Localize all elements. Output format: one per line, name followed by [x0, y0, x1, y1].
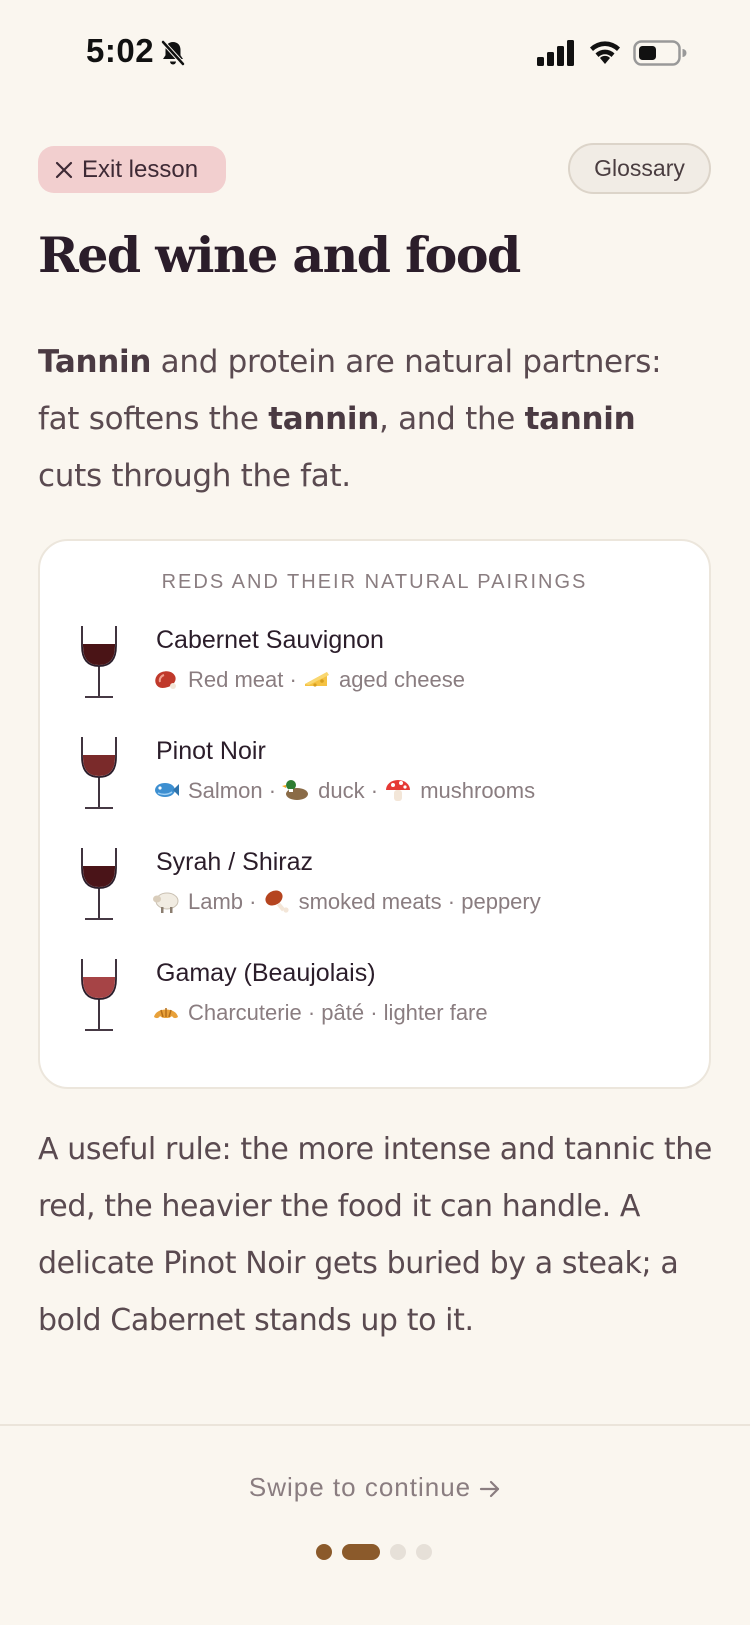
separator: ·	[283, 667, 303, 692]
meat-icon	[152, 667, 188, 692]
status-time: 5:02	[86, 32, 155, 69]
wine-row: Pinot Noir Salmon · duck · mushrooms	[40, 735, 709, 835]
croissant-icon	[152, 1000, 188, 1025]
page-indicator	[0, 1544, 750, 1564]
wine-glass-icon	[78, 957, 120, 1037]
page-dot	[390, 1544, 406, 1560]
wine-glass-icon	[78, 624, 120, 704]
pairings-card: REDS AND THEIR NATURAL PAIRINGS Cabernet…	[38, 539, 711, 1089]
pairing-text: peppery	[461, 889, 541, 914]
wine-row: Cabernet Sauvignon Red meat · aged cheese	[40, 624, 709, 724]
intro-text: cuts through the fat.	[38, 458, 351, 494]
intro-paragraph: Tannin and protein are natural partners:…	[38, 334, 708, 505]
intro-text: , and the	[379, 401, 525, 437]
page-dot-active	[342, 1544, 380, 1560]
card-heading: REDS AND THEIR NATURAL PAIRINGS	[161, 571, 588, 593]
separator: ·	[364, 1000, 384, 1025]
separator: ·	[243, 889, 263, 914]
fish-icon	[152, 778, 188, 803]
pairing-text: duck	[318, 778, 365, 803]
wine-pairings: Charcuterie · pâté · lighter fare	[152, 999, 488, 1026]
wine-pairings: Lamb · smoked meats · peppery	[152, 888, 541, 915]
pairing-text: aged cheese	[338, 667, 465, 692]
page-dot	[316, 1544, 332, 1560]
pairing-text: mushrooms	[420, 778, 536, 803]
term-tannin: Tannin	[38, 344, 152, 380]
glossary-button[interactable]: Glossary	[568, 143, 711, 194]
sheep-icon	[152, 889, 188, 914]
swipe-to-continue[interactable]: Swipe to continue	[0, 1472, 750, 1503]
footer-divider	[0, 1424, 750, 1426]
wine-name: Syrah / Shiraz	[156, 848, 314, 876]
wine-row: Gamay (Beaujolais) Charcuterie · pâté · l…	[40, 957, 709, 1057]
wine-glass-icon	[78, 735, 120, 815]
pairing-text: Lamb	[188, 889, 244, 914]
bell-slash-icon	[161, 40, 185, 66]
pairing-text: lighter fare	[383, 1000, 488, 1025]
close-icon	[55, 161, 73, 178]
separator: ·	[301, 1000, 322, 1025]
duck-icon	[282, 778, 318, 803]
drumstick-icon	[263, 889, 299, 914]
term-tannin: tannin	[268, 401, 379, 437]
pairing-text: Salmon	[188, 778, 263, 803]
page-dot	[416, 1544, 432, 1560]
separator: ·	[364, 778, 385, 803]
rule-paragraph: A useful rule: the more intense and tann…	[38, 1132, 712, 1338]
wine-name: Cabernet Sauvignon	[156, 626, 384, 654]
battery-icon	[633, 40, 687, 66]
pairing-text: smoked meats	[298, 889, 442, 914]
separator: ·	[441, 889, 462, 914]
wine-row: Syrah / Shiraz Lamb · smoked meats · pepp…	[40, 846, 709, 946]
pairing-text: pâté	[321, 1000, 365, 1025]
page-title: Red wine and food	[38, 226, 521, 284]
wine-name: Pinot Noir	[156, 737, 266, 765]
wifi-icon	[590, 41, 620, 64]
arrow-right-icon	[480, 1480, 500, 1498]
wine-pairings: Red meat · aged cheese	[152, 666, 465, 693]
separator: ·	[262, 778, 283, 803]
term-tannin: tannin	[524, 401, 636, 437]
exit-lesson-button[interactable]: Exit lesson	[38, 146, 226, 193]
cheese-icon	[303, 667, 339, 692]
wine-glass-icon	[78, 846, 120, 926]
wine-pairings: Salmon · duck · mushrooms	[152, 777, 535, 804]
cellular-signal-icon	[537, 40, 574, 66]
pairing-text: Charcuterie	[188, 1000, 302, 1025]
mushroom-icon	[384, 778, 420, 803]
wine-name: Gamay (Beaujolais)	[156, 959, 376, 987]
swipe-label: Swipe to continue	[248, 1472, 472, 1502]
pairing-text: Red meat	[188, 667, 284, 692]
exit-lesson-label: Exit lesson	[82, 155, 199, 183]
